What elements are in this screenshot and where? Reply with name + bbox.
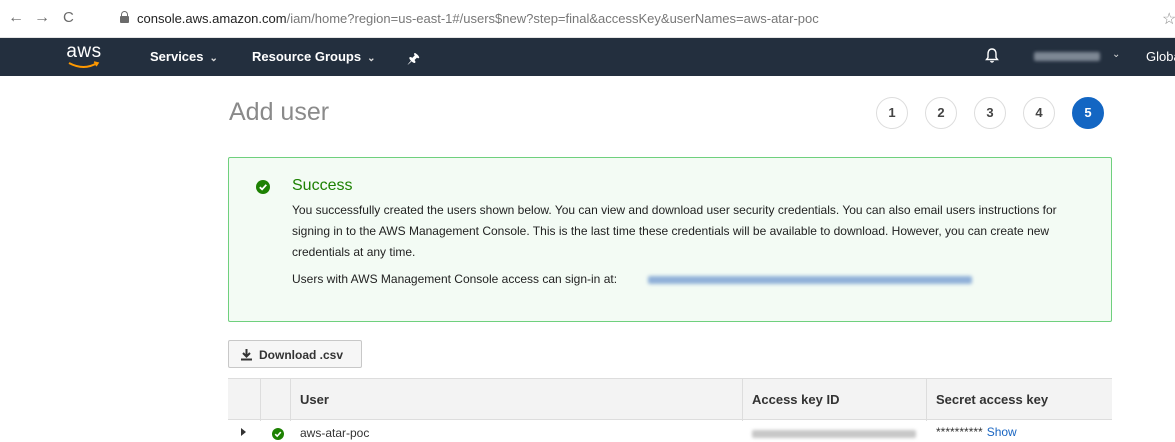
expand-row-icon[interactable] [241, 428, 246, 436]
success-title: Success [292, 177, 353, 194]
step-1[interactable]: 1 [876, 97, 908, 129]
lock-icon [120, 11, 129, 23]
step-4[interactable]: 4 [1023, 97, 1055, 129]
services-label: Services [150, 49, 204, 64]
aws-logo-text: aws [66, 41, 102, 62]
forward-button[interactable]: → [34, 9, 50, 27]
secret-access-key-cell: ********** Show [936, 425, 1017, 439]
chevron-down-icon: ⌄ [209, 53, 218, 64]
address-bar[interactable]: console.aws.amazon.com/iam/home?region=u… [137, 11, 819, 26]
download-csv-button[interactable]: Download .csv [228, 340, 362, 368]
table-header: User Access key ID Secret access key [228, 378, 1112, 421]
resource-groups-label: Resource Groups [252, 49, 362, 64]
access-key-id-cell [752, 430, 916, 438]
table-row: aws-atar-poc ********** Show [228, 421, 1112, 442]
chevron-down-icon: ⌄ [367, 53, 376, 64]
show-secret-link[interactable]: Show [987, 425, 1017, 439]
success-check-icon [256, 180, 270, 194]
bookmark-star-icon[interactable]: ☆ [1162, 9, 1175, 29]
column-header-user[interactable]: User [300, 392, 329, 407]
signin-url-link[interactable] [648, 276, 972, 284]
aws-logo[interactable]: aws [62, 42, 106, 72]
pin-icon[interactable]: 🖈 [407, 48, 420, 72]
column-divider [742, 379, 743, 421]
chevron-down-icon[interactable]: ⌄ [1112, 49, 1120, 60]
download-csv-label: Download .csv [259, 348, 344, 362]
bell-icon[interactable] [985, 47, 999, 69]
reload-button[interactable]: C [63, 9, 74, 27]
download-icon [240, 348, 253, 364]
back-button[interactable]: ← [8, 9, 24, 27]
page-title: Add user [229, 98, 330, 126]
url-host: console.aws.amazon.com [137, 11, 287, 26]
column-divider [290, 379, 291, 421]
column-divider [926, 379, 927, 421]
region-menu[interactable]: Globa [1146, 49, 1175, 64]
column-header-access-key-id[interactable]: Access key ID [752, 392, 839, 407]
step-3[interactable]: 3 [974, 97, 1006, 129]
success-message: You successfully created the users shown… [292, 203, 1057, 259]
step-5: 5 [1072, 97, 1104, 129]
user-name-cell: aws-atar-poc [300, 426, 370, 440]
resource-groups-menu[interactable]: Resource Groups ⌄ [252, 49, 375, 64]
signin-text: Users with AWS Management Console access… [292, 272, 618, 286]
services-menu[interactable]: Services ⌄ [150, 49, 218, 64]
url-path: /iam/home?region=us-east-1#/users$new?st… [286, 11, 819, 26]
aws-navbar: aws Services ⌄ Resource Groups ⌄ 🖈 ⌄ Globa [0, 38, 1175, 76]
column-header-secret-access-key[interactable]: Secret access key [936, 392, 1048, 407]
secret-masked-value: ********** [936, 425, 983, 439]
step-2[interactable]: 2 [925, 97, 957, 129]
users-table: User Access key ID Secret access key aws… [228, 378, 1112, 442]
account-menu[interactable] [1034, 52, 1100, 61]
column-divider [260, 379, 261, 421]
aws-smile-icon [68, 61, 100, 68]
browser-toolbar: ← → C console.aws.amazon.com/iam/home?re… [0, 0, 1175, 38]
success-check-icon [272, 427, 284, 440]
